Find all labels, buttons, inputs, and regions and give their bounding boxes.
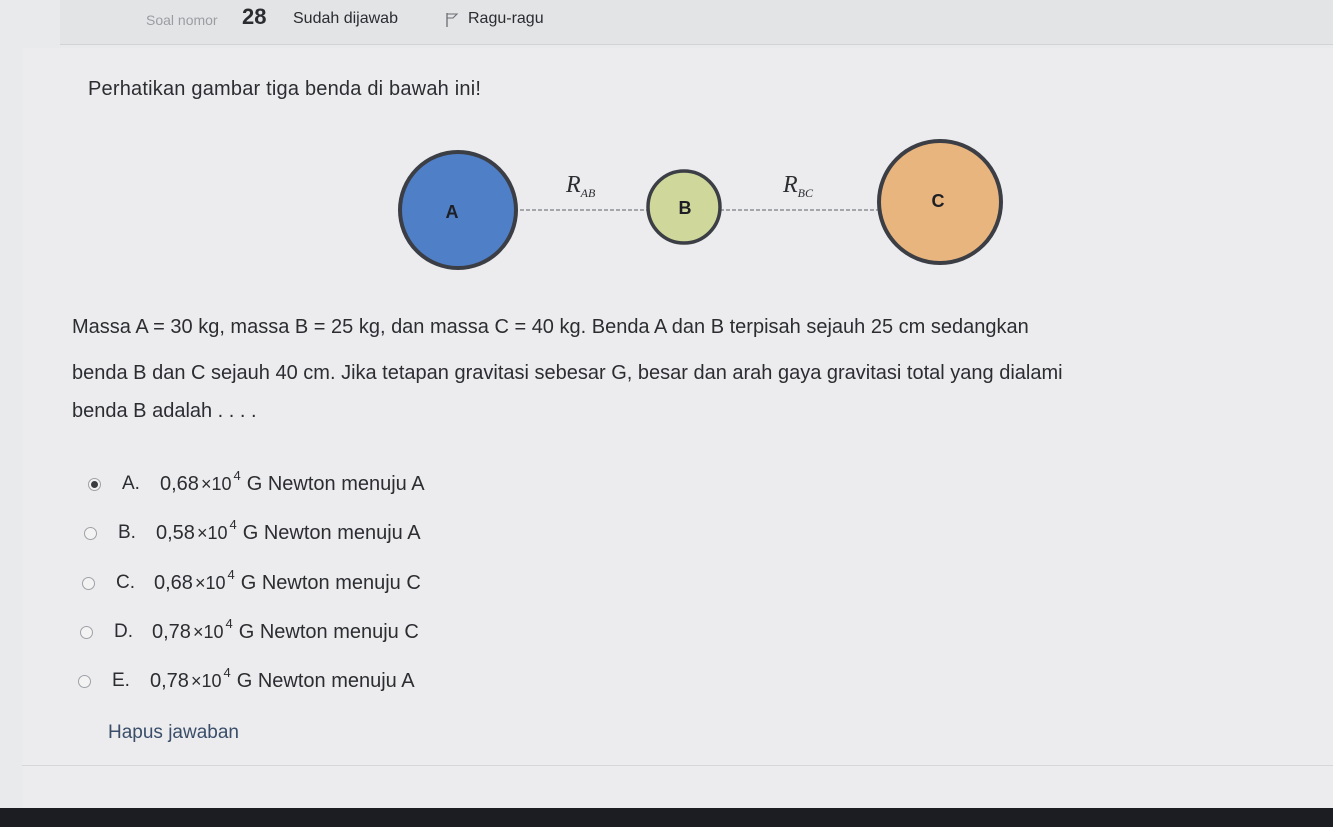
option-exponent: 4 <box>233 467 241 483</box>
question-header: Soal nomor 28 Sudah dijawab Ragu-ragu <box>60 0 1333 45</box>
option-letter: A. <box>122 473 140 494</box>
distance-label-ab: RAB <box>565 172 596 200</box>
option-exponent: 4 <box>223 664 231 680</box>
question-intro: Perhatikan gambar tiga benda di bawah in… <box>88 78 482 100</box>
option-text: G Newton menuju A <box>242 521 421 544</box>
option-letter: D. <box>114 621 133 642</box>
option-times: ×10 <box>196 522 228 543</box>
question-statement-line-3: benda B adalah . . . . <box>72 400 257 422</box>
answered-status: Sudah dijawab <box>293 10 398 27</box>
option-d[interactable]: D. 0,78 ×10 4 G Newton menuju C <box>80 615 419 646</box>
option-text: G Newton menuju A <box>236 669 415 692</box>
option-d-radio[interactable] <box>80 625 93 639</box>
option-coefficient: 0,78 <box>150 669 189 692</box>
option-c-radio[interactable] <box>82 576 95 590</box>
option-times: ×10 <box>194 572 226 593</box>
option-exponent: 4 <box>229 516 237 532</box>
option-e[interactable]: E. 0,78 ×10 4 G Newton menuju A <box>78 664 415 695</box>
flag-icon[interactable] <box>445 12 459 28</box>
option-e-radio[interactable] <box>78 674 91 688</box>
question-statement-line-2: benda B dan C sejauh 40 cm. Jika tetapan… <box>72 362 1063 384</box>
three-bodies-figure: A B C RAB RBC <box>398 139 1003 270</box>
body-a-label: A <box>446 202 459 222</box>
option-letter: B. <box>118 522 136 543</box>
option-exponent: 4 <box>227 566 235 582</box>
body-c-label: C <box>932 191 945 211</box>
option-coefficient: 0,68 <box>160 472 199 495</box>
option-a[interactable]: A. 0,68 ×10 4 G Newton menuju A <box>88 467 425 498</box>
option-letter: E. <box>112 670 130 691</box>
option-letter: C. <box>116 572 135 593</box>
option-text: G Newton menuju C <box>238 620 419 643</box>
option-coefficient: 0,78 <box>152 620 191 643</box>
option-times: ×10 <box>192 621 224 642</box>
option-text: G Newton menuju C <box>240 571 421 594</box>
body-b-label: B <box>679 198 692 218</box>
option-text: G Newton menuju A <box>246 472 425 495</box>
clear-answer-link[interactable]: Hapus jawaban <box>108 722 239 744</box>
question-statement-line-1: Massa A = 30 kg, massa B = 25 kg, dan ma… <box>72 316 1029 338</box>
option-exponent: 4 <box>225 615 233 631</box>
option-b-radio[interactable] <box>84 526 97 540</box>
option-times: ×10 <box>190 670 222 691</box>
question-number: 28 <box>242 4 267 29</box>
divider <box>22 765 1333 766</box>
option-b[interactable]: B. 0,58 ×10 4 G Newton menuju A <box>84 516 421 547</box>
bottom-bar <box>0 808 1333 827</box>
option-coefficient: 0,58 <box>156 521 195 544</box>
option-times: ×10 <box>200 473 232 494</box>
option-c[interactable]: C. 0,68 ×10 4 G Newton menuju C <box>82 566 421 597</box>
doubtful-toggle[interactable]: Ragu-ragu <box>468 10 544 28</box>
option-a-radio[interactable] <box>88 477 101 491</box>
distance-label-bc: RBC <box>782 172 814 200</box>
option-coefficient: 0,68 <box>154 571 193 594</box>
question-number-label: Soal nomor <box>146 12 218 28</box>
